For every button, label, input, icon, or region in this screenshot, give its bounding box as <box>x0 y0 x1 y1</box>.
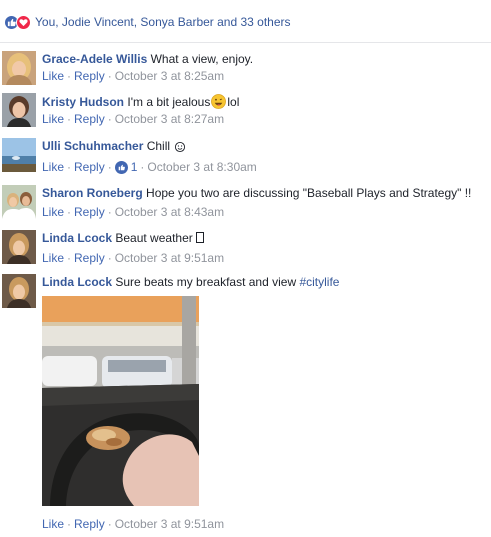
avatar[interactable] <box>2 93 36 127</box>
grinning-tongue-emoji <box>211 94 227 113</box>
comment-body: Ulli Schuhmacher Chill <box>42 139 187 157</box>
comment-author[interactable]: Kristy Hudson <box>42 95 124 109</box>
separator-dot: · <box>107 69 112 83</box>
separator-dot: · <box>107 205 112 219</box>
like-count-number: 1 <box>130 160 138 174</box>
like-link[interactable]: Like <box>42 517 64 531</box>
comment-body: Linda Lcock Sure beats my breakfast and … <box>42 275 339 290</box>
comment-author[interactable]: Linda Lcock <box>42 275 112 289</box>
comment-author[interactable]: Grace-Adele Willis <box>42 52 147 66</box>
like-link[interactable]: Like <box>42 69 64 83</box>
like-link[interactable]: Like <box>42 205 64 219</box>
comment-text-suffix: lol <box>227 95 240 109</box>
reply-link[interactable]: Reply <box>74 251 105 265</box>
comment-actions: Like · Reply · October 3 at 8:27am <box>42 112 224 127</box>
comment-body: Grace-Adele Willis What a view, enjoy. <box>42 52 253 67</box>
comment-actions: Like · Reply · October 3 at 9:51am <box>42 251 224 266</box>
comment-timestamp[interactable]: October 3 at 9:51am <box>115 251 224 265</box>
separator-dot: · <box>107 112 112 126</box>
comment-actions: Like · Reply · October 3 at 8:25am <box>42 69 224 84</box>
separator-dot: · <box>67 69 72 83</box>
comment-timestamp[interactable]: October 3 at 9:51am <box>115 517 224 531</box>
divider <box>0 42 491 43</box>
comment-body: Kristy Hudson I'm a bit jealous lol <box>42 94 239 113</box>
comment-actions: Like · Reply · 1 · October 3 at 8:30am <box>42 160 257 175</box>
smiley-emoticon <box>174 141 186 157</box>
reply-link[interactable]: Reply <box>74 69 105 83</box>
comment-photo[interactable] <box>42 296 199 506</box>
comment-author[interactable]: Sharon Roneberg <box>42 186 143 200</box>
separator-dot: · <box>140 160 145 174</box>
comment-timestamp[interactable]: October 3 at 8:43am <box>115 205 224 219</box>
comment-body: Linda Lcock Beaut weather <box>42 231 204 246</box>
separator-dot: · <box>67 160 72 174</box>
comment-timestamp[interactable]: October 3 at 8:30am <box>147 160 256 174</box>
reactions-summary-text[interactable]: You, Jodie Vincent, Sonya Barber and 33 … <box>35 15 291 29</box>
comment-text: Beaut weather <box>115 231 193 245</box>
comment-text: Sure beats my breakfast and view <box>115 275 297 289</box>
separator-dot: · <box>67 112 72 126</box>
comment-text: I'm a bit jealous <box>127 95 211 109</box>
reply-link[interactable]: Reply <box>74 205 105 219</box>
comment-timestamp[interactable]: October 3 at 8:25am <box>115 69 224 83</box>
comment-actions: Like · Reply · October 3 at 8:43am <box>42 205 224 220</box>
separator-dot: · <box>107 517 112 531</box>
comment-text: Hope you two are discussing "Baseball Pl… <box>146 186 472 200</box>
missing-glyph-box <box>195 232 204 243</box>
like-link[interactable]: Like <box>42 160 64 174</box>
reactions-summary[interactable]: You, Jodie Vincent, Sonya Barber and 33 … <box>4 12 291 32</box>
like-link[interactable]: Like <box>42 112 64 126</box>
reply-link[interactable]: Reply <box>74 517 105 531</box>
comment-author[interactable]: Ulli Schuhmacher <box>42 139 143 153</box>
avatar[interactable] <box>2 230 36 264</box>
avatar[interactable] <box>2 185 36 219</box>
avatar[interactable] <box>2 138 36 172</box>
comment-timestamp[interactable]: October 3 at 8:27am <box>115 112 224 126</box>
separator-dot: · <box>107 251 112 265</box>
comment-actions: Like · Reply · October 3 at 9:51am <box>42 517 224 532</box>
avatar[interactable] <box>2 274 36 308</box>
comment-text: Chill <box>146 139 171 153</box>
reply-link[interactable]: Reply <box>74 160 105 174</box>
reply-link[interactable]: Reply <box>74 112 105 126</box>
avatar[interactable] <box>2 51 36 85</box>
comment-like-count[interactable]: 1 <box>114 160 138 175</box>
separator-dot: · <box>107 160 112 174</box>
thumbs-up-icon <box>114 161 128 174</box>
separator-dot: · <box>67 251 72 265</box>
like-link[interactable]: Like <box>42 251 64 265</box>
separator-dot: · <box>67 517 72 531</box>
comment-text: What a view, enjoy. <box>150 52 254 66</box>
comment-body: Sharon Roneberg Hope you two are discuss… <box>42 186 471 201</box>
comment-author[interactable]: Linda Lcock <box>42 231 112 245</box>
heart-icon <box>16 14 31 30</box>
separator-dot: · <box>67 205 72 219</box>
hashtag-link[interactable]: #citylife <box>299 275 339 289</box>
